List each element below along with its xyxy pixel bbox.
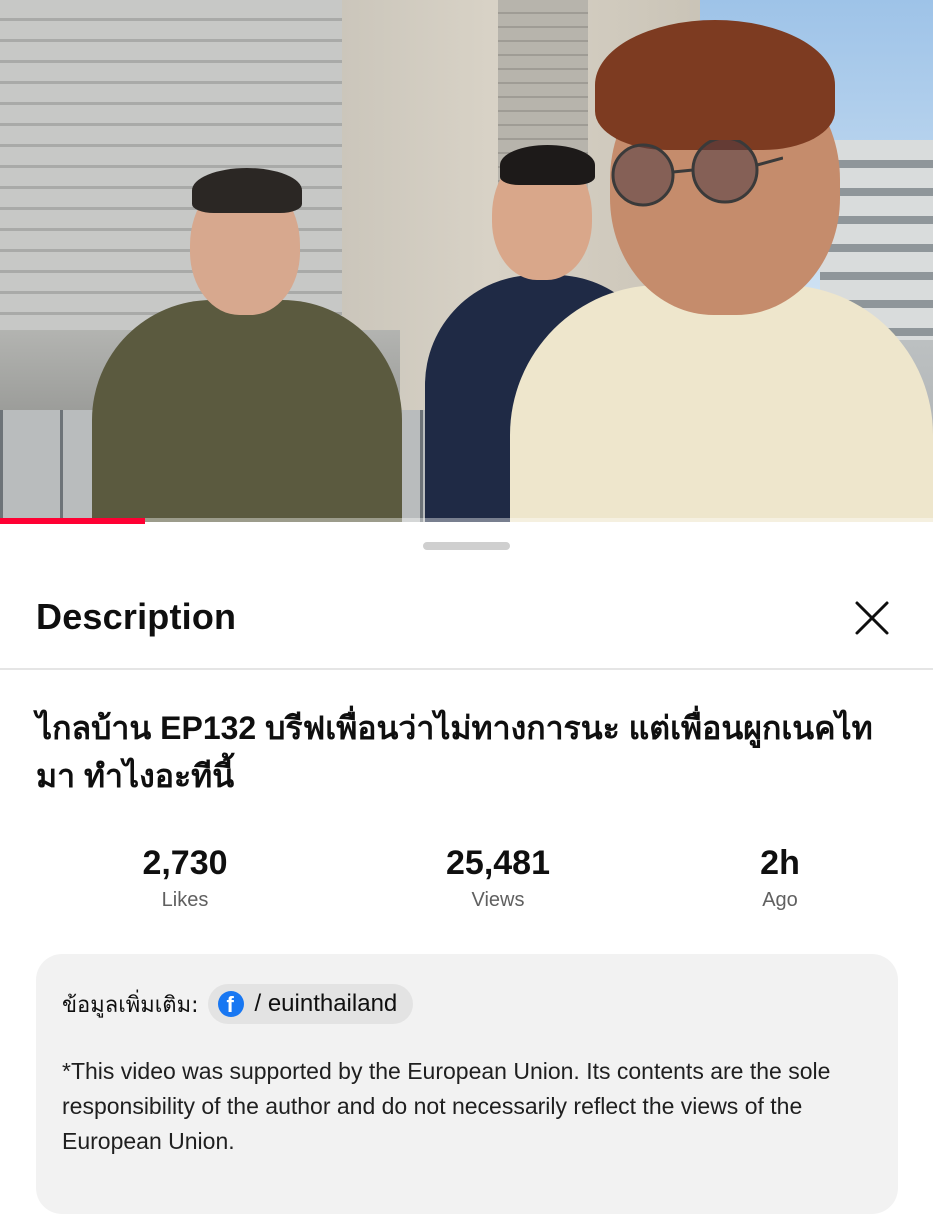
views-count: 25,481 bbox=[446, 844, 550, 882]
description-box: ข้อมูลเพิ่มเติม: f / euinthailand *This … bbox=[36, 954, 898, 1214]
glasses bbox=[611, 140, 783, 207]
likes-stat: 2,730 Likes bbox=[85, 844, 285, 912]
sheet-header: Description bbox=[0, 568, 933, 670]
sheet-title: Description bbox=[36, 596, 237, 637]
video-title: ไกลบ้าน EP132 บรีฟเพื่อนว่าไม่ทางการนะ แ… bbox=[36, 710, 873, 794]
stats-row: 2,730 Likes 25,481 Views 2h Ago bbox=[0, 844, 933, 924]
drag-handle[interactable] bbox=[423, 542, 510, 550]
person-left-hair bbox=[192, 168, 302, 213]
person-left-body bbox=[92, 300, 402, 522]
close-icon bbox=[855, 601, 889, 635]
views-stat: 25,481 Views bbox=[398, 844, 598, 912]
likes-label: Likes bbox=[161, 889, 209, 911]
age-label: Ago bbox=[762, 889, 798, 911]
facebook-link-text: / euinthailand bbox=[254, 990, 398, 1017]
description-sheet: Description ไกลบ้าน EP132 บรีฟเพื่อนว่าไ… bbox=[0, 524, 933, 1214]
facebook-link-chip[interactable]: f / euinthailand bbox=[208, 984, 414, 1024]
more-info-label: ข้อมูลเพิ่มเติม: bbox=[62, 992, 199, 1018]
likes-count: 2,730 bbox=[142, 844, 228, 882]
person-right-body bbox=[510, 285, 933, 522]
close-button[interactable] bbox=[850, 596, 894, 640]
facebook-icon: f bbox=[218, 991, 245, 1017]
age-value: 2h bbox=[760, 844, 800, 882]
disclaimer-text: *This video was supported by the Europea… bbox=[62, 1058, 831, 1154]
person-middle-hair bbox=[500, 145, 595, 185]
video-player[interactable] bbox=[0, 0, 933, 522]
person-right-hair bbox=[595, 20, 835, 150]
age-stat: 2h Ago bbox=[680, 844, 880, 912]
more-info-row: ข้อมูลเพิ่มเติม: f / euinthailand bbox=[62, 984, 414, 1024]
views-label: Views bbox=[471, 889, 525, 911]
